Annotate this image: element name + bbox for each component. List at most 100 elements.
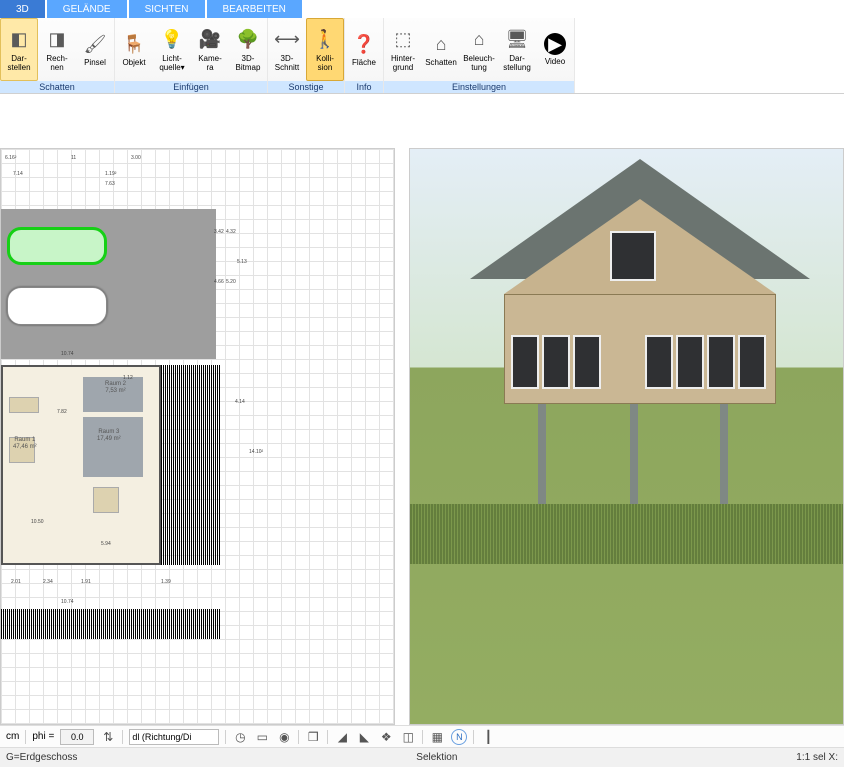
dim: 3.00 <box>131 155 141 161</box>
btn-l1: Fläche <box>352 58 376 67</box>
schatten-settings-button[interactable]: ⌂ Schatten <box>422 18 460 81</box>
btn-l1: Video <box>545 57 565 66</box>
car-selected[interactable] <box>7 227 107 265</box>
dim: 2.34 <box>43 579 53 585</box>
btn-l1: Kolli- <box>316 54 334 63</box>
stack-icon[interactable]: ❒ <box>305 729 321 745</box>
btn-l1: 3D- <box>281 54 294 63</box>
lichtquelle-button[interactable]: 💡 Licht- quelle▾ <box>153 18 191 81</box>
window <box>676 335 704 389</box>
dim: 1.19² <box>105 171 116 177</box>
darstellung-button[interactable]: 🖥 Dar- stellung <box>498 18 536 81</box>
ribbon-group-info: ❓ Fläche Info <box>345 18 384 93</box>
ribbon-group-sonstige: ⟷ 3D- Schnitt 🚶 Kolli- sion Sonstige <box>268 18 345 93</box>
kollision-button[interactable]: 🚶 Kolli- sion <box>306 18 344 81</box>
btn-l2: Schnitt <box>275 63 299 72</box>
dim: 10.74 <box>61 351 74 357</box>
background-icon: ⬚ <box>391 28 415 52</box>
tab-sichten[interactable]: SICHTEN <box>129 0 205 18</box>
dim: 11 <box>71 155 76 161</box>
person-icon: 🚶 <box>313 28 337 52</box>
play-icon: ▶ <box>544 33 566 55</box>
btn-l1: Pinsel <box>84 58 106 67</box>
ribbon-spacer <box>575 18 844 93</box>
btn-l2: nen <box>50 63 63 72</box>
ribbon: ◧ Dar- stellen ◨ Rech- nen 🖌 Pinsel Scha… <box>0 18 844 94</box>
separator <box>25 730 26 744</box>
separator <box>122 730 123 744</box>
status-left: G=Erdgeschoss <box>6 752 77 763</box>
workspace: Raum 147,46 m² Raum 27,53 m² Raum 317,49… <box>0 94 844 725</box>
pillar <box>720 404 728 504</box>
3d-bitmap-button[interactable]: 🌳 3D- Bitmap <box>229 18 267 81</box>
window <box>645 335 673 389</box>
room-blue-1 <box>83 417 143 477</box>
dim: 14.10² <box>249 449 263 455</box>
3d-viewport[interactable] <box>409 148 844 725</box>
window <box>573 335 601 389</box>
btn-l2: grund <box>393 63 413 72</box>
objekt-button[interactable]: 🪑 Objekt <box>115 18 153 81</box>
phi-label: phi = <box>32 731 54 742</box>
dim: 1.91 <box>81 579 91 585</box>
flaeche-button[interactable]: ❓ Fläche <box>345 18 383 81</box>
room1-label: Raum 147,46 m² <box>13 437 37 451</box>
rechnen-button[interactable]: ◨ Rech- nen <box>38 18 76 81</box>
floorplan-viewport[interactable]: Raum 147,46 m² Raum 27,53 m² Raum 317,49… <box>0 148 395 725</box>
bar-icon[interactable]: ┃ <box>480 729 496 745</box>
tab-bearbeiten[interactable]: BEARBEITEN <box>207 0 302 18</box>
pillar <box>630 404 638 504</box>
cube-icon[interactable]: ◫ <box>400 729 416 745</box>
clock-icon[interactable]: ◷ <box>232 729 248 745</box>
darstellen-button[interactable]: ◧ Dar- stellen <box>0 18 38 81</box>
group-label-einfuegen: Einfügen <box>115 81 267 93</box>
btn-l1: Dar- <box>11 54 27 63</box>
vegetation <box>1 609 221 639</box>
car[interactable] <box>7 287 107 325</box>
vegetation <box>161 365 221 565</box>
group-label-schatten: Schatten <box>0 81 114 93</box>
north-icon[interactable]: N <box>451 729 467 745</box>
furniture <box>9 397 39 413</box>
separator <box>298 730 299 744</box>
dim: 7.82 <box>57 409 67 415</box>
layers-icon[interactable]: ❖ <box>378 729 394 745</box>
monitor-icon: 🖥 <box>505 28 529 52</box>
grid-icon[interactable]: ▦ <box>429 729 445 745</box>
house-outline: Raum 147,46 m² Raum 27,53 m² Raum 317,49… <box>1 365 161 565</box>
grass-foreground <box>410 504 843 564</box>
btn-l2: tung <box>471 63 487 72</box>
screen-icon[interactable]: ▭ <box>254 729 270 745</box>
globe-icon[interactable]: ◉ <box>276 729 292 745</box>
kamera-button[interactable]: 🎥 Kame- ra <box>191 18 229 81</box>
pinsel-button[interactable]: 🖌 Pinsel <box>76 18 114 81</box>
btn-l1: Objekt <box>122 58 145 67</box>
hintergrund-button[interactable]: ⬚ Hinter- grund <box>384 18 422 81</box>
group-label-info: Info <box>345 81 383 93</box>
tab-strip: 3D GELÄNDE SICHTEN BEARBEITEN <box>0 0 844 18</box>
window <box>738 335 766 389</box>
chair-icon: 🪑 <box>122 32 146 56</box>
angle1-icon[interactable]: ◢ <box>334 729 350 745</box>
btn-l1: 3D- <box>242 54 255 63</box>
direction-combo[interactable]: dl (Richtung/Di <box>129 729 219 745</box>
angle2-icon[interactable]: ◣ <box>356 729 372 745</box>
question-icon: ❓ <box>352 32 376 56</box>
3d-schnitt-button[interactable]: ⟷ 3D- Schnitt <box>268 18 306 81</box>
tab-gelaende[interactable]: GELÄNDE <box>47 0 127 18</box>
video-button[interactable]: ▶ Video <box>536 18 574 81</box>
room2-label: Raum 27,53 m² <box>105 381 126 395</box>
dim: 1.12 <box>123 375 133 381</box>
spinner-icon[interactable]: ⇅ <box>100 729 116 745</box>
phi-input[interactable] <box>60 729 94 745</box>
ribbon-group-einfuegen: 🪑 Objekt 💡 Licht- quelle▾ 🎥 Kame- ra 🌳 3… <box>115 18 268 93</box>
house-light-icon: ⌂ <box>467 28 491 52</box>
btn-l2: sion <box>318 63 333 72</box>
window <box>707 335 735 389</box>
cube-calc-icon: ◨ <box>45 28 69 52</box>
section-icon: ⟷ <box>275 28 299 52</box>
tab-3d[interactable]: 3D <box>0 0 45 18</box>
beleuchtung-button[interactable]: ⌂ Beleuch- tung <box>460 18 498 81</box>
window <box>542 335 570 389</box>
btn-l2: stellen <box>7 63 30 72</box>
